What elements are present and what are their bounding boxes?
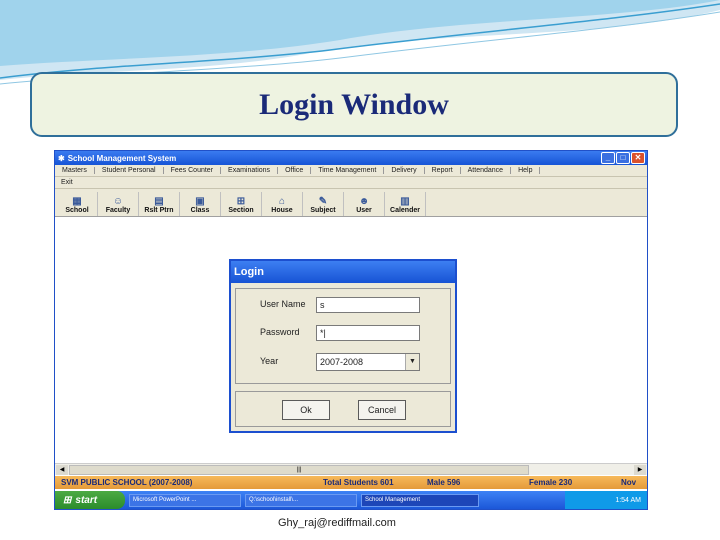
menu-delivery[interactable]: Delivery xyxy=(384,167,425,174)
result-pattern-icon: ▤ xyxy=(154,196,164,207)
toolbar-result-pattern-button[interactable]: ▤ Rslt Ptrn xyxy=(139,192,180,216)
toolbar-label: Subject xyxy=(310,207,336,214)
status-female: Female 230 xyxy=(529,478,573,487)
login-dialog-title: Login xyxy=(231,261,455,283)
menubar: Masters Student Personal Fees Counter Ex… xyxy=(55,165,647,177)
toolbar-house-button[interactable]: ⌂ House xyxy=(262,192,303,216)
footer-email: Ghy_raj@rediffmail.com xyxy=(278,517,396,529)
menu-masters[interactable]: Masters xyxy=(55,167,95,174)
menu-exit[interactable]: Exit xyxy=(61,179,73,186)
taskbar-item-school-management[interactable]: School Management xyxy=(361,493,479,507)
login-dialog: Login User Name s Password *| Year 2007-… xyxy=(229,259,457,433)
faculty-icon: ☺ xyxy=(112,196,124,207)
start-button[interactable]: ⊞ start xyxy=(55,491,125,509)
toolbar-user-button[interactable]: ☻ User xyxy=(344,192,385,216)
toolbar-faculty-button[interactable]: ☺ Faculty xyxy=(98,192,139,216)
close-button[interactable]: ✕ xyxy=(631,152,645,164)
app-logo-icon: ✱ xyxy=(58,153,65,163)
scroll-left-icon[interactable]: ◀ xyxy=(56,465,68,475)
menu-time-management[interactable]: Time Management xyxy=(311,167,385,174)
toolbar-school-button[interactable]: ▦ School xyxy=(57,192,98,216)
user-icon: ☻ xyxy=(358,196,370,207)
taskbar-item-explorer[interactable]: Q:\school\install\... xyxy=(245,493,357,507)
maximize-button[interactable]: □ xyxy=(616,152,630,164)
menu-report[interactable]: Report xyxy=(425,167,461,174)
section-icon: ⊞ xyxy=(236,196,246,207)
login-fields-panel: User Name s Password *| Year 2007-2008 ▼ xyxy=(235,288,451,384)
system-tray: 1:54 AM xyxy=(565,491,647,509)
status-male: Male 596 xyxy=(427,478,461,487)
slide-title: Login Window xyxy=(259,87,449,121)
toolbar-class-button[interactable]: ▣ Class xyxy=(180,192,221,216)
horizontal-scrollbar[interactable]: ◀ ||| ▶ xyxy=(55,463,647,475)
start-label: start xyxy=(75,494,98,506)
toolbar-label: School xyxy=(65,207,89,214)
scroll-right-icon[interactable]: ▶ xyxy=(634,465,646,475)
app-window: ✱ School Management System _ □ ✕ Masters… xyxy=(54,150,648,510)
class-icon: ▣ xyxy=(195,196,205,207)
menu-student-personal[interactable]: Student Personal xyxy=(95,167,164,174)
taskbar: ⊞ start Microsoft PowerPoint ... Q:\scho… xyxy=(55,491,647,509)
menu-examinations[interactable]: Examinations xyxy=(221,167,279,174)
toolbar-label: Faculty xyxy=(105,207,131,214)
username-label: User Name xyxy=(260,299,306,309)
calendar-icon: ▥ xyxy=(400,196,410,207)
password-label: Password xyxy=(260,327,300,337)
login-buttons-panel: Ok Cancel xyxy=(235,391,451,427)
scrollbar-thumb[interactable]: ||| xyxy=(69,465,529,475)
status-total-students: Total Students 601 xyxy=(323,478,394,487)
toolbar-label: Class xyxy=(190,207,210,214)
house-icon: ⌂ xyxy=(278,196,286,207)
ok-button[interactable]: Ok xyxy=(282,400,330,420)
menubar-secondary: Exit xyxy=(55,177,647,189)
slide-title-box: Login Window xyxy=(30,72,678,137)
subject-icon: ✎ xyxy=(318,196,328,207)
menu-help[interactable]: Help xyxy=(511,167,541,174)
chevron-down-icon[interactable]: ▼ xyxy=(405,354,419,370)
toolbar-section-button[interactable]: ⊞ Section xyxy=(221,192,262,216)
menu-fees-counter[interactable]: Fees Counter xyxy=(164,167,222,174)
school-icon: ▦ xyxy=(72,196,82,207)
toolbar-label: User xyxy=(356,207,372,214)
minimize-button[interactable]: _ xyxy=(601,152,615,164)
taskbar-item-powerpoint[interactable]: Microsoft PowerPoint ... xyxy=(129,493,241,507)
year-select-value: 2007-2008 xyxy=(320,357,364,367)
toolbar-subject-button[interactable]: ✎ Subject xyxy=(303,192,344,216)
password-field[interactable]: *| xyxy=(316,325,420,341)
tray-clock[interactable]: 1:54 AM xyxy=(615,497,641,504)
toolbar-label: Section xyxy=(228,207,254,214)
windows-logo-icon: ⊞ xyxy=(63,494,72,506)
toolbar-label: Rslt Ptrn xyxy=(144,207,174,214)
toolbar: ▦ School ☺ Faculty ▤ Rslt Ptrn ▣ Class ⊞ Sect… xyxy=(55,189,647,217)
status-mode: Nov xyxy=(621,478,637,487)
menu-office[interactable]: Office xyxy=(278,167,312,174)
username-field[interactable]: s xyxy=(316,297,420,313)
toolbar-label: Calender xyxy=(390,207,420,214)
year-label: Year xyxy=(260,356,279,366)
cancel-button[interactable]: Cancel xyxy=(358,400,406,420)
app-window-title: School Management System xyxy=(67,153,177,163)
toolbar-label: House xyxy=(271,207,293,214)
app-titlebar: ✱ School Management System _ □ ✕ xyxy=(55,151,647,165)
year-select[interactable]: 2007-2008 ▼ xyxy=(316,353,420,371)
menu-attendance[interactable]: Attendance xyxy=(461,167,512,174)
toolbar-calendar-button[interactable]: ▥ Calender xyxy=(385,192,426,216)
status-bar: SVM PUBLIC SCHOOL (2007-2008) Total Stud… xyxy=(55,476,647,489)
status-school: SVM PUBLIC SCHOOL (2007-2008) xyxy=(61,478,193,487)
